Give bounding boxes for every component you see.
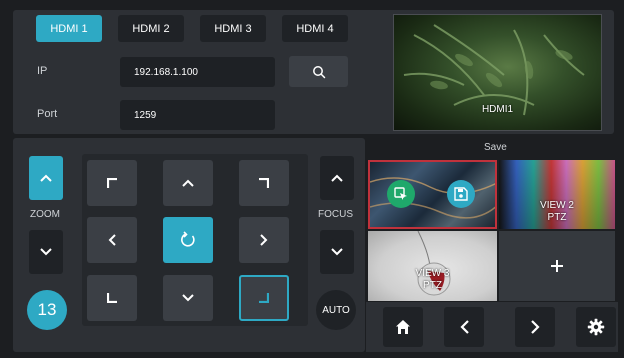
corner-down-right-icon	[259, 293, 269, 303]
tilt-down-button[interactable]	[163, 275, 213, 321]
corner-up-right-icon	[259, 178, 269, 188]
preset-tile-2[interactable]: VIEW 2 PTZ	[499, 160, 615, 229]
preset-tile-3[interactable]: VIEW 3 PTZ	[368, 231, 497, 301]
tab-hdmi-4[interactable]: HDMI 4	[282, 15, 348, 42]
tab-hdmi-3[interactable]: HDMI 3	[200, 15, 266, 42]
cursor-select-icon	[394, 187, 407, 200]
pan-down-right-button[interactable]	[239, 275, 289, 321]
search-icon	[312, 65, 325, 78]
tilt-up-button[interactable]	[163, 160, 213, 206]
ip-field[interactable]: 192.168.1.100	[120, 57, 275, 87]
pan-down-left-button[interactable]	[87, 275, 137, 321]
chevron-down-icon	[40, 248, 52, 256]
preset-tile-1[interactable]	[368, 160, 497, 229]
home-button[interactable]	[383, 307, 423, 347]
preset-number-badge[interactable]: 13	[27, 290, 67, 330]
chevron-left-icon	[108, 234, 116, 246]
previous-page-button[interactable]	[444, 307, 484, 347]
zoom-in-button[interactable]	[29, 156, 63, 200]
zoom-out-button[interactable]	[29, 230, 63, 274]
chevron-up-icon	[182, 179, 194, 187]
preview-label: HDMI1	[481, 104, 514, 115]
chevron-left-icon	[459, 320, 469, 334]
pan-right-button[interactable]	[239, 217, 289, 263]
search-button[interactable]	[289, 56, 348, 87]
home-reset-button[interactable]	[163, 217, 213, 263]
preset-tile-3-line1: VIEW 3	[415, 268, 450, 279]
chevron-right-icon	[260, 234, 268, 246]
preset-tile-4[interactable]	[499, 231, 615, 301]
chevron-right-icon	[530, 320, 540, 334]
zoom-label: ZOOM	[30, 209, 60, 220]
corner-down-left-icon	[107, 293, 117, 303]
port-field[interactable]: 1259	[120, 100, 275, 130]
port-label: Port	[37, 108, 58, 120]
focus-far-button[interactable]	[320, 230, 354, 274]
rotate-icon	[181, 231, 195, 247]
pan-up-right-button[interactable]	[239, 160, 289, 206]
preset-tile-3-line2: PTZ	[423, 280, 442, 291]
save-icon	[454, 187, 468, 201]
chevron-up-icon	[331, 174, 343, 182]
preset-tile-2-line1: VIEW 2	[540, 200, 574, 211]
save-preset-button[interactable]	[447, 180, 475, 208]
save-label: Save	[484, 142, 507, 153]
auto-focus-button[interactable]: AUTO	[316, 290, 356, 330]
corner-up-left-icon	[107, 178, 117, 188]
preset-tile-2-line2: PTZ	[547, 212, 567, 223]
chevron-up-icon	[40, 174, 52, 182]
pan-up-left-button[interactable]	[87, 160, 137, 206]
home-icon	[396, 320, 410, 334]
chevron-down-icon	[331, 248, 343, 256]
settings-button[interactable]	[576, 307, 616, 347]
ip-label: IP	[37, 65, 48, 77]
tab-hdmi-2[interactable]: HDMI 2	[118, 15, 184, 42]
recall-preset-button[interactable]	[387, 180, 415, 208]
pan-left-button[interactable]	[87, 217, 137, 263]
focus-near-button[interactable]	[320, 156, 354, 200]
chevron-down-icon	[182, 294, 194, 302]
next-page-button[interactable]	[515, 307, 555, 347]
gear-icon	[587, 318, 605, 336]
tab-hdmi-1[interactable]: HDMI 1	[36, 15, 102, 42]
focus-label: FOCUS	[318, 209, 353, 220]
hdmi-preview: HDMI1	[393, 14, 602, 131]
plus-icon	[551, 260, 563, 272]
